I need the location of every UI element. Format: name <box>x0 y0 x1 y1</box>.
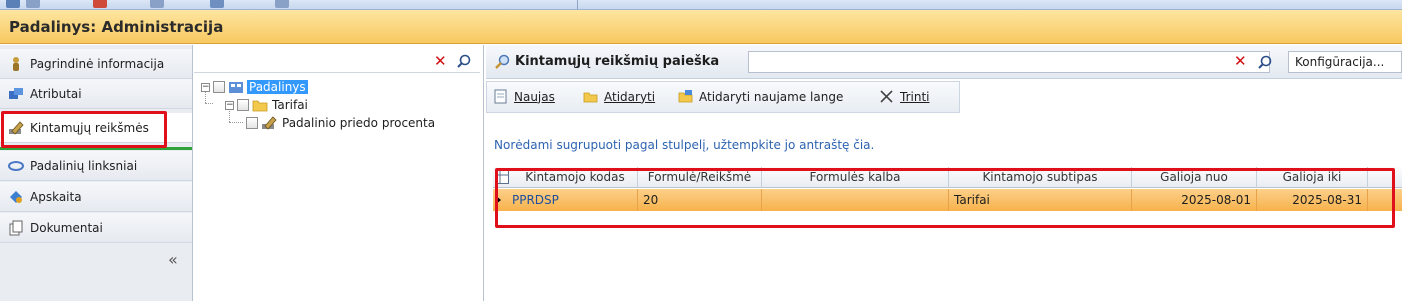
configuration-label: Konfigūracija... <box>1295 55 1385 69</box>
person-icon <box>8 56 24 72</box>
tree-line <box>205 103 213 104</box>
folder-open-icon <box>583 89 598 104</box>
search-go-icon[interactable] <box>1258 55 1272 69</box>
nav-item-label: Dokumentai <box>30 220 103 235</box>
collapse-nav-button[interactable]: « <box>168 250 178 269</box>
nav-item-atributai[interactable]: Atributai <box>0 79 192 109</box>
nav-item-dokumentai[interactable]: Dokumentai <box>0 213 192 243</box>
window-title-bar: Padalinys: Administracija <box>0 10 1402 44</box>
open-button[interactable]: Atidaryti <box>583 89 655 104</box>
tree-checkbox[interactable] <box>237 99 249 111</box>
documents-icon <box>8 220 24 236</box>
search-title: Kintamųjų reikšmių paieška <box>515 54 720 69</box>
tree-search-field[interactable]: ✕ <box>194 51 480 73</box>
tool-icon[interactable] <box>275 0 289 8</box>
link-icon <box>8 158 24 174</box>
save-icon[interactable] <box>6 0 20 8</box>
search-icon <box>494 54 510 70</box>
nav-item-label: Atributai <box>30 86 82 101</box>
tree-checkbox[interactable] <box>246 117 258 129</box>
open-new-window-button[interactable]: Atidaryti naujame lange <box>678 89 843 104</box>
clear-icon[interactable]: ✕ <box>434 52 447 70</box>
tree-panel: ✕ − Padalinys − Tarifai Padalinio priedo… <box>194 45 484 301</box>
tool-icon[interactable] <box>210 0 224 8</box>
group-by-hint[interactable]: Norėdami sugrupuoti pagal stulpelį, užte… <box>494 138 874 152</box>
open-button-label: Atidaryti <box>604 89 656 104</box>
nav-item-label: Padalinių linksniai <box>30 158 138 173</box>
action-toolbar: Naujas Atidaryti Atidaryti naujame lange… <box>486 81 960 113</box>
window-title: Padalinys: Administracija <box>9 18 224 36</box>
open-new-window-label: Atidaryti naujame lange <box>699 89 844 104</box>
tree-line <box>229 122 243 123</box>
delete-button-label: Trinti <box>900 89 930 104</box>
tree-node-label: Tarifai <box>272 98 308 112</box>
folder-icon <box>252 97 268 113</box>
new-button-label: Naujas <box>514 89 555 104</box>
left-navigation: Pagrindinė informacija Atributai Kintamų… <box>0 45 193 301</box>
tree-checkbox[interactable] <box>213 81 225 93</box>
nav-item-apskaita[interactable]: Apskaita <box>0 182 192 212</box>
delete-button[interactable]: Trinti <box>879 89 929 104</box>
print-icon[interactable] <box>93 0 107 8</box>
tree-node-padalinio-priedo-procenta[interactable]: Padalinio priedo procenta <box>246 114 435 132</box>
search-header: Kintamųjų reikšmių paieška ✕ Konfigūraci… <box>486 45 1402 79</box>
nav-item-padaliniu-linksniai[interactable]: Padalinių linksniai <box>0 151 192 181</box>
clear-search-icon[interactable]: ✕ <box>1234 52 1247 70</box>
nav-item-pagrindine-informacija[interactable]: Pagrindinė informacija <box>0 49 192 79</box>
tree-node-label: Padalinys <box>247 80 308 94</box>
tree-node-icon <box>228 79 244 95</box>
open-new-window-icon <box>678 89 693 104</box>
quick-access-toolbar <box>0 0 1402 10</box>
tree-expander[interactable]: − <box>225 100 234 110</box>
search-icon[interactable] <box>457 54 471 68</box>
search-input[interactable] <box>748 51 1270 73</box>
tree-expander[interactable]: − <box>201 82 210 92</box>
delete-icon <box>879 89 894 104</box>
attributes-icon <box>8 86 24 102</box>
accounting-icon <box>8 189 24 205</box>
toolbar-separator <box>577 0 578 10</box>
nav-item-label: Apskaita <box>30 189 82 204</box>
edit-pencil-icon <box>261 115 277 131</box>
tree-node-padalinys[interactable]: − Padalinys <box>201 78 308 96</box>
highlight-box-row <box>495 168 1395 228</box>
new-button[interactable]: Naujas <box>493 89 555 104</box>
tool-icon[interactable] <box>150 0 164 8</box>
new-document-icon <box>493 89 508 104</box>
configuration-dropdown[interactable]: Konfigūracija... <box>1288 51 1402 73</box>
tree-node-tarifai[interactable]: − Tarifai <box>225 96 308 114</box>
nav-item-label: Pagrindinė informacija <box>30 56 165 71</box>
tree-node-label: Padalinio priedo procenta <box>282 116 436 130</box>
highlight-box-nav <box>1 111 167 148</box>
document-icon[interactable] <box>26 0 40 8</box>
